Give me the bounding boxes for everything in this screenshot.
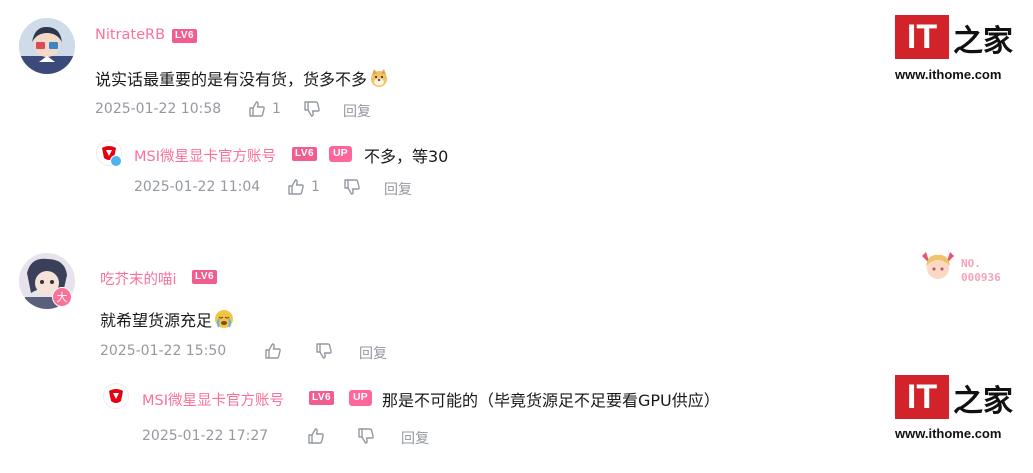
reply-button[interactable]: 回复 <box>401 428 429 448</box>
level-badge: LV6 <box>292 147 318 161</box>
ithome-logo-cn: 之家 <box>953 384 1013 419</box>
like-count: 1 <box>311 179 320 195</box>
like-count: 1 <box>272 101 281 117</box>
fan-badge-line1: NO. <box>961 257 981 270</box>
reply-text: 那是不可能的（毕竟货源足不足要看GPU供应） <box>382 391 720 410</box>
up-badge: UP <box>329 146 352 162</box>
username[interactable]: NitrateRB <box>95 27 165 43</box>
reply-button[interactable]: 回复 <box>384 179 412 199</box>
ithome-logo-cn: 之家 <box>953 24 1013 59</box>
comment-text-content: 说实话最重要的是有没有货，货多不多 <box>95 70 368 89</box>
level-badge: LV6 <box>192 270 218 284</box>
level-badge: LV6 <box>309 391 335 405</box>
username[interactable]: 吃芥末的喵i <box>100 268 177 289</box>
comment-time: 2025-01-22 15:50 <box>100 343 227 359</box>
fan-badge-icon <box>918 250 958 284</box>
dislike-icon[interactable] <box>303 100 321 118</box>
comment-text-content: 就希望货源充足 <box>100 311 213 330</box>
sob-emoji-icon <box>214 309 234 329</box>
ithome-logo: IT <box>895 375 949 419</box>
reply-button[interactable]: 回复 <box>359 343 387 363</box>
comment-text: 说实话最重要的是有没有货，货多不多 <box>95 66 389 90</box>
reply-button[interactable]: 回复 <box>343 101 371 121</box>
comment-time: 2025-01-22 10:58 <box>95 101 222 117</box>
ithome-url: www.ithome.com <box>895 426 1002 441</box>
avatar[interactable] <box>19 18 75 74</box>
msi-avatar[interactable] <box>103 383 129 409</box>
like-icon[interactable] <box>264 342 282 360</box>
like-icon[interactable] <box>307 427 325 445</box>
dislike-icon[interactable] <box>343 178 361 196</box>
dislike-icon[interactable] <box>315 342 333 360</box>
avatar-badge: 大 <box>52 287 72 307</box>
reply-username[interactable]: MSI微星显卡官方账号 <box>142 389 284 410</box>
up-badge: UP <box>349 390 372 406</box>
dislike-icon[interactable] <box>357 427 375 445</box>
verified-icon <box>110 155 122 167</box>
doge-emoji-icon <box>369 68 389 88</box>
reply-username[interactable]: MSI微星显卡官方账号 <box>134 145 276 166</box>
reply-text: 不多，等30 <box>364 147 449 166</box>
reply-time: 2025-01-22 11:04 <box>134 179 261 195</box>
reply-time: 2025-01-22 17:27 <box>142 428 269 444</box>
like-icon[interactable] <box>248 100 266 118</box>
ithome-logo: IT <box>895 15 949 59</box>
comment-text: 就希望货源充足 <box>100 307 234 331</box>
ithome-url: www.ithome.com <box>895 67 1002 82</box>
fan-badge-line2: 000936 <box>961 271 1001 284</box>
like-icon[interactable] <box>287 178 305 196</box>
level-badge: LV6 <box>172 29 198 43</box>
